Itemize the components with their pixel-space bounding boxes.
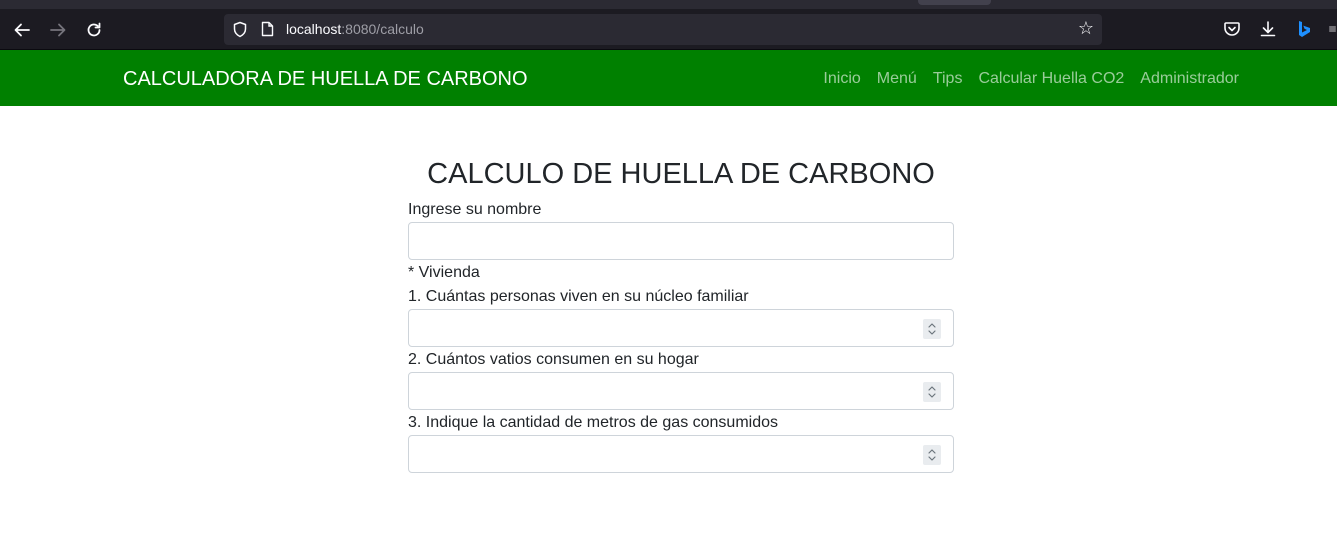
gas-meters-input[interactable] (408, 435, 954, 473)
address-bar[interactable]: localhost:8080/calculo ☆ (224, 14, 1102, 45)
site-brand[interactable]: CALCULADORA DE HUELLA DE CARBONO (123, 68, 528, 91)
calculation-form: CALCULO DE HUELLA DE CARBONO Ingrese su … (408, 106, 954, 473)
section-label-vivienda: * Vivienda (408, 264, 480, 281)
nav-link-calcular-huella[interactable]: Calcular Huella CO2 (978, 70, 1124, 88)
q1-label: 1. Cuántas personas viven en su núcleo f… (408, 288, 749, 305)
nav-link-inicio[interactable]: Inicio (823, 70, 860, 88)
q2-label: 2. Cuántos vatios consumen en su hogar (408, 351, 699, 368)
page-icon[interactable] (261, 21, 274, 37)
active-tab-indicator[interactable] (918, 0, 991, 5)
browser-toolbar: localhost:8080/calculo ☆ (0, 0, 1337, 50)
number-stepper[interactable] (923, 319, 941, 339)
nav-links: Inicio Menú Tips Calcular Huella CO2 Adm… (823, 70, 1239, 88)
stepper-arrows-icon (928, 449, 936, 461)
nav-link-tips[interactable]: Tips (933, 70, 963, 88)
name-input[interactable] (408, 222, 954, 260)
reload-icon (87, 22, 101, 37)
q3-label: 3. Indique la cantidad de metros de gas … (408, 414, 779, 431)
pocket-icon[interactable] (1221, 18, 1243, 40)
forward-arrow-icon (50, 23, 66, 37)
page-title: CALCULO DE HUELLA DE CARBONO (427, 158, 935, 190)
url-text[interactable]: localhost:8080/calculo (286, 21, 424, 37)
stepper-arrows-icon (928, 386, 936, 398)
bing-icon[interactable] (1293, 18, 1315, 40)
number-stepper[interactable] (923, 382, 941, 402)
household-members-input[interactable] (408, 309, 954, 347)
bookmark-star-icon[interactable]: ☆ (1076, 19, 1096, 39)
back-button[interactable] (8, 16, 36, 44)
download-icon[interactable] (1257, 18, 1279, 40)
shield-icon[interactable] (232, 21, 248, 38)
back-arrow-icon (14, 23, 30, 37)
watts-consumed-input[interactable] (408, 372, 954, 410)
number-stepper[interactable] (923, 445, 941, 465)
reload-button[interactable] (80, 16, 108, 44)
name-label: Ingrese su nombre (408, 201, 542, 218)
tab-strip (0, 0, 1337, 9)
forward-button[interactable] (44, 16, 72, 44)
url-path: :8080/calculo (341, 21, 424, 37)
nav-link-administrador[interactable]: Administrador (1140, 70, 1239, 88)
menu-icon[interactable] (1328, 18, 1337, 40)
site-navbar: CALCULADORA DE HUELLA DE CARBONO Inicio … (0, 50, 1337, 106)
stepper-arrows-icon (928, 323, 936, 335)
nav-link-menu[interactable]: Menú (877, 70, 917, 88)
url-host: localhost (286, 21, 342, 37)
